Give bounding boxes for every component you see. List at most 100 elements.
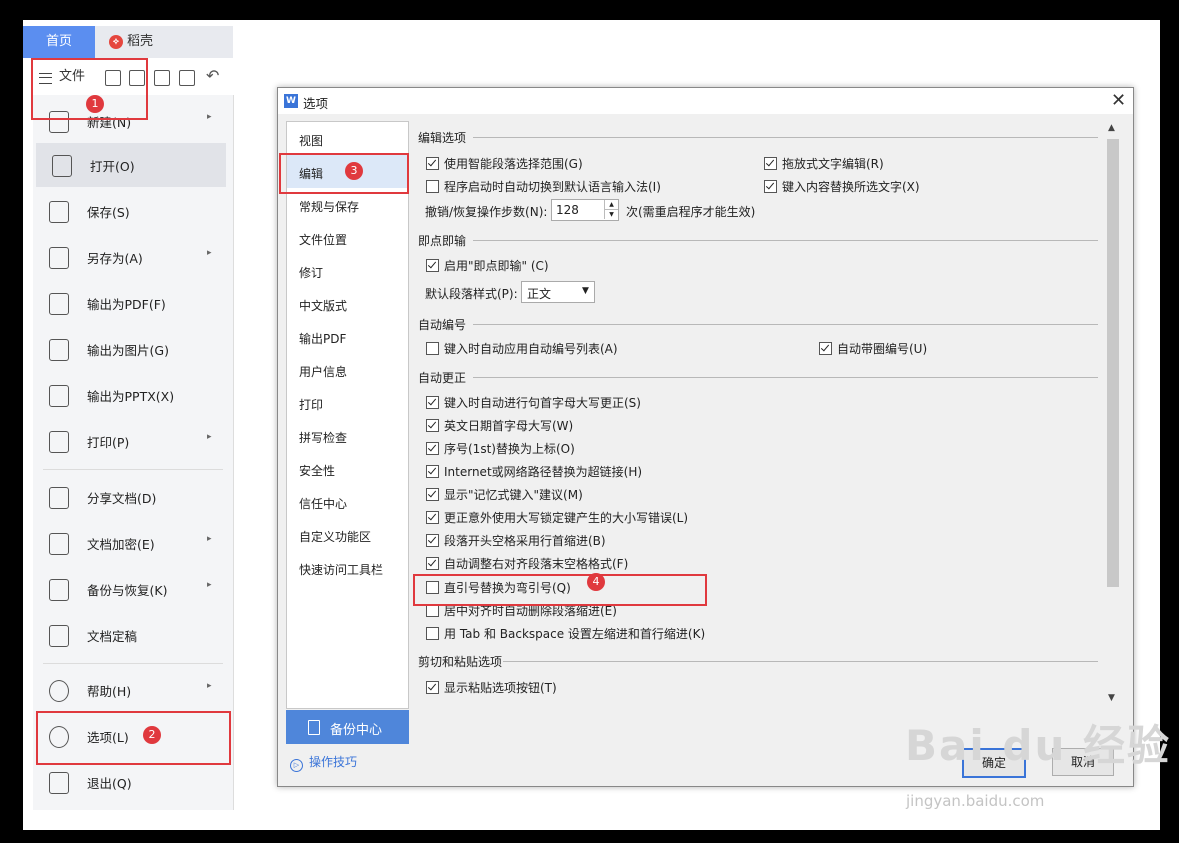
checkbox-label: 显示"记忆式键入"建议(M) bbox=[444, 488, 583, 502]
checkbox-box bbox=[764, 180, 777, 193]
menu-item-export-pptx[interactable]: 输出为PPTX(X) bbox=[33, 373, 223, 417]
nav-user-info[interactable]: 用户信息 bbox=[287, 353, 408, 386]
menu-item-open[interactable]: 打开(O) bbox=[36, 143, 226, 187]
nav-label: 视图 bbox=[299, 134, 324, 148]
section-click-type: 即点即输 bbox=[418, 234, 467, 248]
scrollbar-thumb[interactable] bbox=[1107, 139, 1119, 587]
menu-item-encrypt[interactable]: 文档加密(E) ▸ bbox=[33, 521, 223, 565]
section-divider bbox=[473, 240, 1098, 241]
nav-quick-access-toolbar[interactable]: 快速访问工具栏 bbox=[287, 551, 408, 584]
nav-trust-center[interactable]: 信任中心 bbox=[287, 485, 408, 518]
close-icon[interactable]: ✕ bbox=[1111, 90, 1126, 111]
menu-item-print[interactable]: 打印(P) ▸ bbox=[33, 419, 223, 463]
nav-output-pdf[interactable]: 输出PDF bbox=[287, 320, 408, 353]
backup-center-button[interactable]: 备份中心 bbox=[286, 710, 409, 744]
menu-item-backup[interactable]: 备份与恢复(K) ▸ bbox=[33, 567, 223, 611]
baidu-watermark-url: jingyan.baidu.com bbox=[906, 792, 1045, 810]
chevron-right-icon: ▸ bbox=[207, 534, 212, 544]
nav-label: 修订 bbox=[299, 266, 324, 280]
checkbox-box bbox=[426, 342, 439, 355]
undo-steps-value: 128 bbox=[556, 203, 579, 217]
tips-label: 操作技巧 bbox=[309, 755, 358, 769]
checkbox-ordinal-superscript[interactable]: 序号(1st)替换为上标(O) bbox=[426, 440, 575, 457]
nav-label: 打印 bbox=[299, 398, 324, 412]
checkbox-label: 启用"即点即输" (C) bbox=[444, 259, 549, 273]
menu-item-save[interactable]: 保存(S) bbox=[33, 189, 223, 233]
checkbox-drag-drop[interactable]: 拖放式文字编辑(R) bbox=[764, 155, 884, 172]
exit-icon bbox=[49, 772, 69, 794]
checkbox-label: 段落开头空格采用行首缩进(B) bbox=[444, 534, 606, 548]
nav-customize-ribbon[interactable]: 自定义功能区 bbox=[287, 518, 408, 551]
checkbox-label: 使用智能段落选择范围(G) bbox=[444, 157, 583, 171]
checkbox-click-and-type[interactable]: 启用"即点即输" (C) bbox=[426, 257, 549, 274]
section-auto-number: 自动编号 bbox=[418, 318, 467, 332]
undo-steps-stepper[interactable]: 128 ▲ ▼ bbox=[551, 199, 619, 221]
image-icon bbox=[49, 339, 69, 361]
menu-item-finalize[interactable]: 文档定稿 bbox=[33, 613, 223, 657]
annotation-box-4 bbox=[413, 574, 707, 606]
nav-revision[interactable]: 修订 bbox=[287, 254, 408, 287]
nav-label: 信任中心 bbox=[299, 497, 348, 511]
menu-item-save-as[interactable]: 另存为(A) ▸ bbox=[33, 235, 223, 279]
checkbox-capitalize-sentence[interactable]: 键入时自动进行句首字母大写更正(S) bbox=[426, 394, 641, 411]
checkbox-box bbox=[426, 627, 439, 640]
menu-item-help[interactable]: 帮助(H) ▸ bbox=[33, 668, 223, 712]
undo-icon[interactable]: ↶ bbox=[206, 66, 219, 85]
tab-daoke[interactable]: ⟡ 稻壳 bbox=[107, 26, 153, 58]
checkbox-auto-ime[interactable]: 程序启动时自动切换到默认语言输入法(I) bbox=[426, 178, 661, 195]
scroll-down-icon[interactable]: ▼ bbox=[1108, 693, 1115, 703]
checkbox-box bbox=[426, 557, 439, 570]
nav-file-location[interactable]: 文件位置 bbox=[287, 221, 408, 254]
section-edit-options: 编辑选项 bbox=[418, 131, 467, 145]
section-divider bbox=[473, 377, 1098, 378]
annotation-badge-2: 2 bbox=[143, 726, 161, 744]
menu-item-export-pdf[interactable]: 输出为PDF(F) bbox=[33, 281, 223, 325]
nav-view[interactable]: 视图 bbox=[287, 122, 408, 155]
checkbox-caps-lock[interactable]: 更正意外使用大写锁定键产生的大小写错误(L) bbox=[426, 509, 688, 526]
default-style-select[interactable]: 正文 ▼ bbox=[521, 281, 595, 303]
nav-label: 输出PDF bbox=[299, 332, 347, 346]
pdf-icon bbox=[49, 293, 69, 315]
vertical-scrollbar[interactable]: ▲ ▼ bbox=[1105, 121, 1121, 707]
print-preview-icon[interactable] bbox=[179, 70, 195, 86]
nav-spell-check[interactable]: 拼写检查 bbox=[287, 419, 408, 452]
checkbox-paste-options-button[interactable]: 显示粘贴选项按钮(T) bbox=[426, 679, 557, 696]
nav-label: 快速访问工具栏 bbox=[299, 563, 384, 577]
section-auto-correct: 自动更正 bbox=[418, 371, 467, 385]
checkbox-hyperlink[interactable]: Internet或网络路径替换为超链接(H) bbox=[426, 463, 642, 480]
chevron-right-icon: ▸ bbox=[207, 112, 212, 122]
checkbox-tab-backspace-indent[interactable]: 用 Tab 和 Backspace 设置左缩进和首行缩进(K) bbox=[426, 625, 705, 642]
baidu-watermark: Bai du 经验 bbox=[905, 721, 1171, 770]
checkbox-smart-paragraph[interactable]: 使用智能段落选择范围(G) bbox=[426, 155, 583, 172]
tab-home[interactable]: 首页 bbox=[23, 26, 95, 58]
checkbox-label: 英文日期首字母大写(W) bbox=[444, 419, 574, 433]
spin-up-icon[interactable]: ▲ bbox=[604, 200, 618, 210]
nav-chinese-layout[interactable]: 中文版式 bbox=[287, 287, 408, 320]
checkbox-replace-selection[interactable]: 键入内容替换所选文字(X) bbox=[764, 178, 920, 195]
print-icon[interactable] bbox=[154, 70, 170, 86]
menu-item-export-image[interactable]: 输出为图片(G) bbox=[33, 327, 223, 371]
checkbox-capitalize-date[interactable]: 英文日期首字母大写(W) bbox=[426, 417, 573, 434]
checkbox-box bbox=[426, 681, 439, 694]
section-divider bbox=[473, 137, 1098, 138]
menu-item-label: 备份与恢复(K) bbox=[87, 583, 168, 598]
spin-down-icon[interactable]: ▼ bbox=[604, 210, 618, 219]
checkbox-box bbox=[426, 396, 439, 409]
checkbox-auto-list[interactable]: 键入时自动应用自动编号列表(A) bbox=[426, 340, 618, 357]
menu-item-share[interactable]: 分享文档(D) bbox=[33, 475, 223, 519]
menu-item-label: 文档定稿 bbox=[87, 629, 138, 644]
nav-print[interactable]: 打印 bbox=[287, 386, 408, 419]
checkbox-circled-number[interactable]: 自动带圈编号(U) bbox=[819, 340, 927, 357]
checkbox-autocomplete[interactable]: 显示"记忆式键入"建议(M) bbox=[426, 486, 583, 503]
checkbox-leading-space-indent[interactable]: 段落开头空格采用行首缩进(B) bbox=[426, 532, 606, 549]
checkbox-trailing-space[interactable]: 自动调整右对齐段落末空格格式(F) bbox=[426, 555, 628, 572]
file-menu-panel: 新建(N) ▸ 打开(O) 保存(S) 另存为(A) ▸ 输出为PDF(F) 输出为… bbox=[33, 95, 234, 810]
menu-item-exit[interactable]: 退出(Q) bbox=[33, 760, 223, 804]
checkbox-label: 用 Tab 和 Backspace 设置左缩进和首行缩进(K) bbox=[444, 627, 706, 641]
scroll-up-icon[interactable]: ▲ bbox=[1108, 123, 1115, 133]
options-nav: 视图 编辑 常规与保存 文件位置 修订 中文版式 输出PDF 用户信息 打印 拼… bbox=[286, 121, 409, 709]
dialog-title-bar: W 选项 ✕ bbox=[278, 88, 1133, 114]
checkbox-box bbox=[764, 157, 777, 170]
tips-link[interactable]: ▷ 操作技巧 bbox=[290, 753, 357, 772]
nav-security[interactable]: 安全性 bbox=[287, 452, 408, 485]
